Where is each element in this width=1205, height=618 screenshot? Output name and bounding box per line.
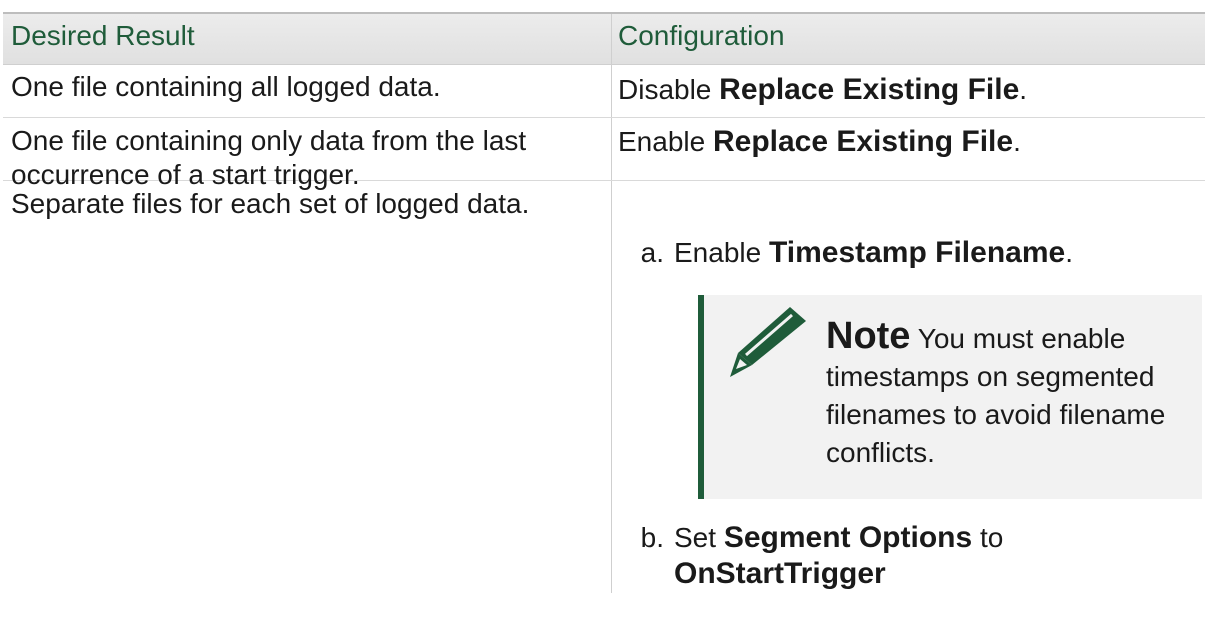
table-header-row: Desired Result Configuration bbox=[3, 12, 1205, 65]
config-option: Replace Existing File bbox=[719, 73, 1020, 106]
step-text: Set Segment Options to OnStartTrigger bbox=[674, 520, 1202, 592]
note-callout: Note You must enable timestamps on segme… bbox=[698, 295, 1202, 499]
config-option: Replace Existing File bbox=[712, 125, 1014, 158]
config-suffix: . bbox=[1019, 74, 1028, 105]
step-middle: to bbox=[972, 522, 1004, 553]
note-text: Note You must enable timestamps on segme… bbox=[826, 317, 1198, 472]
result-cell: One file containing all logged data. bbox=[3, 65, 612, 117]
configuration-text: Enable Replace Existing File. bbox=[618, 118, 1205, 159]
configuration-text: Disable Replace Existing File. bbox=[618, 65, 1205, 107]
header-desired-result: Desired Result bbox=[3, 14, 612, 64]
result-cell: Separate files for each set of logged da… bbox=[3, 181, 612, 593]
step-option: Segment Options bbox=[723, 521, 973, 554]
result-cell: One file containing only data from the l… bbox=[3, 118, 612, 190]
step-item: b. Set Segment Options to OnStartTrigger bbox=[620, 520, 1202, 592]
table-row: One file containing all logged data. Dis… bbox=[3, 65, 1205, 118]
config-suffix: . bbox=[1013, 126, 1021, 157]
pencil-icon bbox=[730, 307, 806, 377]
step-item: a. Enable Timestamp Filename. bbox=[620, 235, 1073, 271]
step-marker: a. bbox=[640, 237, 664, 268]
result-text: One file containing all logged data. bbox=[11, 71, 441, 102]
step-prefix: Set bbox=[674, 522, 724, 553]
result-text: Separate files for each set of logged da… bbox=[11, 188, 530, 219]
config-prefix: Enable bbox=[618, 126, 713, 157]
note-label: Note bbox=[826, 315, 911, 357]
step-prefix: Enable bbox=[674, 237, 769, 268]
step-option-value: OnStartTrigger bbox=[674, 557, 886, 590]
table-row: One file containing only data from the l… bbox=[3, 118, 1205, 190]
header-configuration: Configuration bbox=[618, 20, 785, 51]
configuration-cell: Enable Replace Existing File. bbox=[612, 118, 1205, 180]
step-suffix: . bbox=[1065, 237, 1073, 268]
config-prefix: Disable bbox=[618, 74, 720, 105]
step-option: Timestamp Filename bbox=[768, 236, 1066, 269]
step-marker: b. bbox=[640, 522, 664, 553]
step-text: Enable Timestamp Filename. bbox=[674, 235, 1073, 271]
configuration-cell: Disable Replace Existing File. bbox=[612, 65, 1205, 117]
